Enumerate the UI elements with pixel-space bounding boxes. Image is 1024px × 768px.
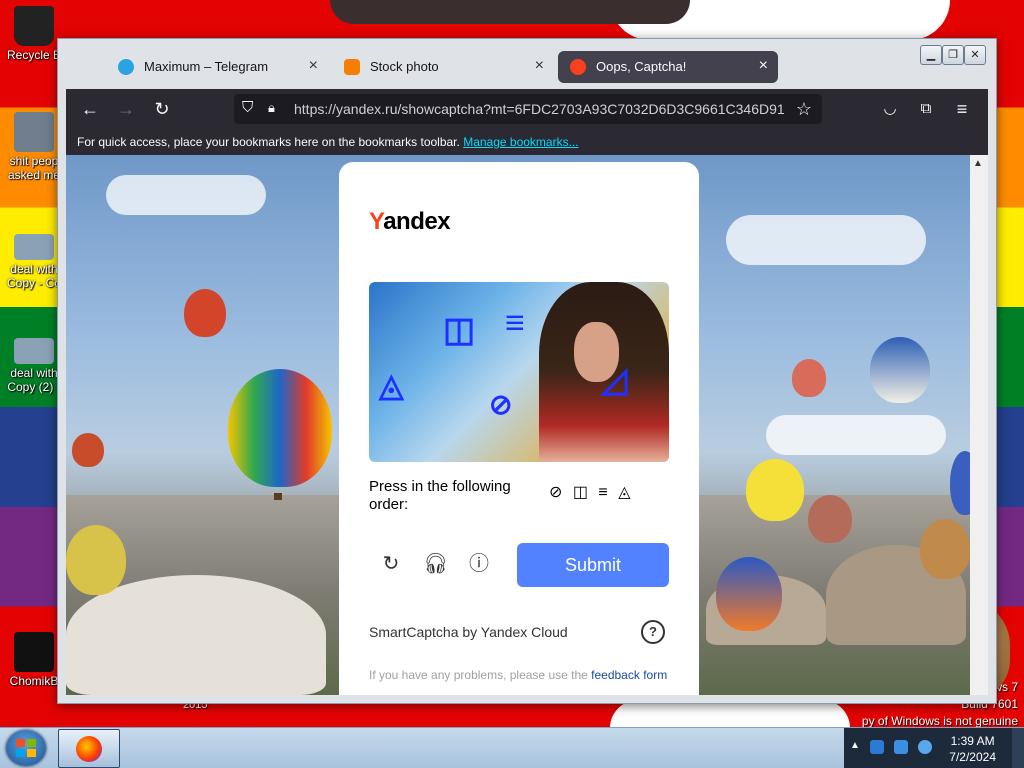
headphones-icon[interactable]: 🎧︎ — [423, 552, 448, 576]
clock-date: 7/2/2024 — [949, 750, 996, 764]
captcha-glyph[interactable]: ⊘ — [489, 388, 512, 421]
recycle-bin-icon — [14, 6, 54, 46]
hot-air-balloon — [716, 557, 782, 631]
clock[interactable]: 1:39 AM 7/2/2024 — [949, 733, 996, 765]
manage-bookmarks-link[interactable]: Manage bookmarks... — [463, 135, 578, 149]
pocket-icon[interactable]: ◡ — [878, 97, 902, 121]
info-icon[interactable]: ⓘ — [467, 552, 491, 576]
feedback-note: If you have any problems, please use the… — [369, 668, 669, 683]
captcha-card: Yandex ◫ ≡ ◬ ⊘ ◿ Press in the following … — [339, 162, 699, 695]
tray-expand-icon[interactable]: ▲ — [850, 740, 860, 751]
desktop-icon-label: Recycle B — [6, 48, 62, 62]
hot-air-balloon — [870, 337, 930, 403]
page-scrollbar[interactable]: ▲ — [970, 155, 988, 695]
captcha-glyph[interactable]: ◫ — [443, 310, 475, 350]
url-bar[interactable]: ⛉ 🔒︎ https://yandex.ru/showcaptcha?mt=6F… — [234, 94, 822, 124]
url-text[interactable]: https://yandex.ru/showcaptcha?mt=6FDC270… — [294, 101, 814, 117]
bookmarks-hint: For quick access, place your bookmarks h… — [77, 135, 579, 149]
cloud — [106, 175, 266, 215]
bookmark-star-icon[interactable]: ☆ — [792, 97, 816, 121]
hot-air-balloon — [228, 369, 332, 487]
captcha-image[interactable]: ◫ ≡ ◬ ⊘ ◿ — [369, 282, 669, 462]
shield-icon[interactable]: ⛉ — [242, 99, 253, 116]
system-tray: ▲ 1:39 AM 7/2/2024 — [844, 728, 1024, 768]
forward-button[interactable]: → — [114, 97, 138, 121]
extensions-icon[interactable]: ⧉ — [914, 97, 938, 121]
network-icon[interactable] — [894, 740, 908, 754]
menu-icon[interactable]: ≡ — [950, 97, 974, 121]
bookmarks-toolbar: For quick access, place your bookmarks h… — [66, 129, 988, 155]
page-content: Yandex ◫ ≡ ◬ ⊘ ◿ Press in the following … — [66, 155, 970, 695]
hot-air-balloon — [746, 459, 804, 521]
captcha-glyph[interactable]: ◬ — [379, 366, 404, 404]
help-icon[interactable]: ? — [641, 620, 665, 644]
tab-stock-photo[interactable]: Stock photo × — [332, 51, 554, 83]
hot-air-balloon — [792, 359, 826, 397]
clock-time: 1:39 AM — [950, 734, 995, 748]
logo-text: andex — [383, 208, 451, 235]
tab-strip: Maximum – Telegram × Stock photo × Oops,… — [58, 39, 996, 89]
blogger-icon — [344, 59, 360, 75]
tab-title: Oops, Captcha! — [596, 59, 687, 74]
bookmarks-hint-text: For quick access, place your bookmarks h… — [77, 135, 460, 149]
firefox-icon — [76, 736, 102, 762]
captcha-prompt: Press in the following order: — [369, 478, 511, 513]
yandex-logo: Yandex — [369, 208, 451, 236]
desktop-wallpaper-shape — [610, 700, 850, 728]
telegram-icon — [118, 59, 134, 75]
hot-air-balloon — [920, 519, 970, 579]
desktop-top-ornament — [330, 0, 690, 24]
tray-app-icon[interactable] — [870, 740, 884, 754]
balloon-basket — [274, 493, 282, 500]
cloud — [766, 415, 946, 455]
tab-captcha[interactable]: Oops, Captcha! × — [558, 51, 778, 83]
windows-logo-icon — [16, 739, 36, 757]
folder-icon — [14, 112, 54, 152]
captcha-glyph[interactable]: ≡ — [505, 304, 525, 343]
yandex-icon — [570, 59, 586, 75]
tab-title: Maximum – Telegram — [144, 59, 269, 74]
back-button[interactable]: ← — [78, 97, 102, 121]
taskbar-firefox-button[interactable] — [58, 729, 120, 768]
captcha-order-symbols: ⊘ ◫ ≡ ◬ — [549, 484, 634, 501]
hot-air-balloon — [808, 495, 852, 543]
tab-title: Stock photo — [370, 59, 439, 74]
desktop-icon-label: deal with Copy (2) - — [7, 366, 61, 394]
desktop-icon-label: shit peop asked me — [7, 154, 61, 182]
hot-air-balloon — [184, 289, 226, 337]
taskbar: ▲ 1:39 AM 7/2/2024 — [0, 727, 1024, 768]
minimize-button[interactable]: ▁ — [920, 45, 942, 65]
desktop-icon-label: deal with Copy - Co — [6, 262, 62, 290]
smartcaptcha-brand: SmartCaptcha by Yandex Cloud — [369, 624, 568, 640]
image-file-icon — [14, 234, 54, 260]
submit-button[interactable]: Submit — [517, 543, 669, 587]
refresh-icon[interactable]: ↻ — [379, 552, 403, 576]
reload-button[interactable]: ↻ — [150, 97, 174, 121]
feedback-form-link[interactable]: feedback form — [591, 668, 667, 682]
chomikbox-icon — [14, 632, 54, 672]
hot-air-balloon — [72, 433, 104, 467]
close-icon[interactable]: × — [759, 57, 768, 75]
scroll-up-arrow-icon[interactable]: ▲ — [973, 158, 983, 169]
close-window-button[interactable]: ✕ — [964, 45, 986, 65]
show-desktop-button[interactable] — [1012, 728, 1024, 768]
feedback-note-text: If you have any problems, please use the — [369, 668, 588, 682]
hot-air-balloon — [950, 451, 970, 515]
close-icon[interactable]: × — [309, 57, 318, 75]
start-button[interactable] — [6, 730, 46, 766]
browser-window: Maximum – Telegram × Stock photo × Oops,… — [57, 38, 997, 704]
captcha-glyph[interactable]: ◿ — [601, 360, 627, 400]
close-icon[interactable]: × — [535, 57, 544, 75]
logo-letter-y: Y — [369, 208, 384, 235]
cloud — [726, 215, 926, 265]
nav-toolbar: ← → ↻ ⛉ 🔒︎ https://yandex.ru/showcaptcha… — [66, 89, 988, 129]
lock-icon[interactable]: 🔒︎ — [268, 100, 275, 116]
maximize-button[interactable]: ❐ — [942, 45, 964, 65]
volume-icon[interactable] — [918, 740, 932, 754]
hot-air-balloon — [66, 525, 126, 595]
image-file-icon — [14, 338, 54, 364]
desktop-icon-label: ChomikB — [9, 674, 59, 688]
tab-telegram[interactable]: Maximum – Telegram × — [106, 51, 328, 83]
watermark-line: py of Windows is not genuine — [861, 714, 1018, 728]
